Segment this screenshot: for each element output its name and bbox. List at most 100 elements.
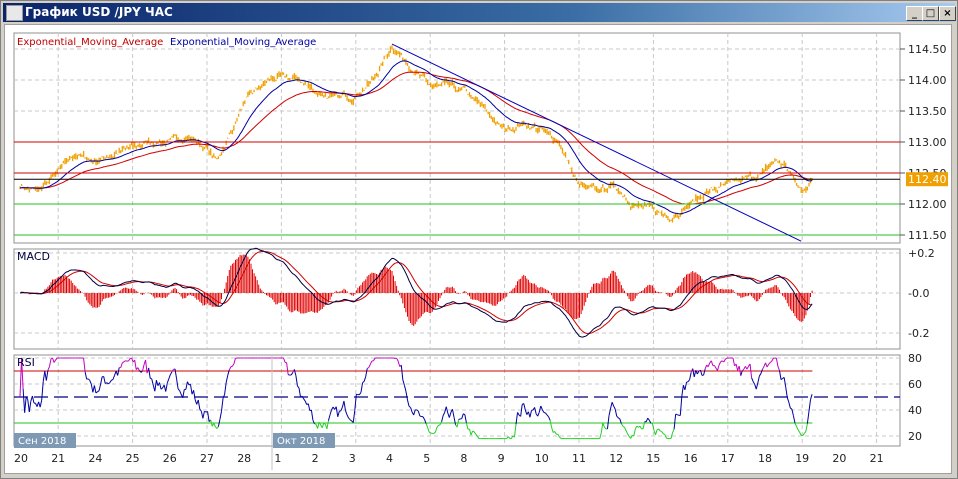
rsi-segment xyxy=(222,394,226,399)
rsi-segment xyxy=(366,367,370,369)
rsi-segment xyxy=(559,436,562,439)
rsi-segment xyxy=(620,423,624,427)
rsi-segment xyxy=(707,362,711,367)
rsi-segment xyxy=(766,364,770,368)
rsi-segment xyxy=(368,364,371,368)
rsi-segment xyxy=(98,384,102,391)
rsi-segment xyxy=(613,405,616,410)
rsi-segment xyxy=(298,387,302,398)
rsi-segment xyxy=(799,432,802,436)
ema-fast-line xyxy=(19,60,813,215)
rsi-segment xyxy=(603,426,607,430)
rsi-segment xyxy=(204,410,207,413)
rsi-tick-label: 80 xyxy=(908,352,922,365)
rsi-segment xyxy=(100,376,103,385)
rsi-segment xyxy=(112,375,116,380)
rsi-segment xyxy=(751,377,754,382)
rsi-segment xyxy=(746,366,749,370)
rsi-segment xyxy=(610,402,613,409)
macd-title: MACD xyxy=(17,250,50,263)
rsi-segment xyxy=(439,421,443,425)
rsi-segment xyxy=(777,366,780,371)
rsi-segment xyxy=(540,405,543,410)
rsi-segment xyxy=(557,434,560,438)
rsi-segment xyxy=(664,434,667,439)
rsi-segment xyxy=(283,357,286,363)
rsi-segment xyxy=(155,380,159,386)
rsi-segment xyxy=(735,363,739,371)
rsi-segment xyxy=(128,358,131,362)
rsi-segment xyxy=(554,431,557,435)
rsi-segment xyxy=(658,428,661,432)
rsi-segment xyxy=(464,414,467,423)
rsi-segment xyxy=(805,423,808,432)
rsi-segment xyxy=(177,388,181,391)
rsi-segment xyxy=(551,427,554,433)
rsi-segment xyxy=(55,357,58,361)
macd-tick-label: -0.2 xyxy=(908,327,929,340)
rsi-segment xyxy=(524,409,528,415)
rsi-segment xyxy=(765,362,768,368)
rsi-segment xyxy=(109,379,112,383)
rsi-segment xyxy=(228,366,232,371)
price-tick-label: 114.00 xyxy=(908,74,947,87)
x-axis-label: 20 xyxy=(14,452,28,465)
rsi-segment xyxy=(647,417,650,421)
x-axis-label: 20 xyxy=(832,452,846,465)
rsi-segment xyxy=(363,376,367,382)
x-axis-label: 2 xyxy=(312,452,319,465)
rsi-segment xyxy=(403,385,407,392)
rsi-segment xyxy=(681,385,684,397)
rsi-segment xyxy=(233,358,236,365)
rsi-segment xyxy=(321,422,325,428)
rsi-segment xyxy=(137,367,140,371)
rsi-segment xyxy=(442,412,446,416)
rsi-segment xyxy=(349,419,353,422)
rsi-segment xyxy=(150,377,152,380)
rsi-segment xyxy=(710,360,714,366)
rsi-segment xyxy=(624,427,627,431)
rsi-segment xyxy=(165,383,168,392)
rsi-segment xyxy=(537,412,540,417)
rsi-segment xyxy=(31,395,35,404)
x-axis-label: 8 xyxy=(460,452,467,465)
rsi-segment xyxy=(360,382,364,393)
rsi-segment xyxy=(790,407,793,410)
rsi-segment xyxy=(221,398,224,412)
chart-svg[interactable]: 114.50114.00113.50113.00112.50112.00111.… xyxy=(0,0,958,479)
rsi-segment xyxy=(393,357,396,359)
rsi-title: RSI xyxy=(17,356,35,369)
rsi-segment xyxy=(397,361,401,367)
rsi-segment xyxy=(806,411,810,424)
panel-frame-0 xyxy=(13,32,901,244)
rsi-segment xyxy=(692,368,695,378)
rsi-segment xyxy=(458,418,461,420)
rsi-segment xyxy=(659,430,662,433)
rsi-segment xyxy=(362,381,365,384)
rsi-segment xyxy=(507,436,511,439)
rsi-segment xyxy=(441,415,444,422)
rsi-segment xyxy=(326,420,329,429)
rsi-segment xyxy=(473,431,477,435)
rsi-segment xyxy=(684,382,687,391)
rsi-segment xyxy=(600,422,604,434)
month-label: Окт 2018 xyxy=(277,436,325,447)
rsi-segment xyxy=(445,406,449,414)
rsi-segment xyxy=(108,382,111,385)
rsi-segment xyxy=(345,410,348,416)
rsi-segment xyxy=(199,408,202,412)
macd-tick-label: -0.0 xyxy=(908,287,929,300)
rsi-segment xyxy=(513,424,517,438)
rsi-segment xyxy=(327,414,331,421)
x-axis-label: 17 xyxy=(721,452,735,465)
rsi-segment xyxy=(103,376,106,384)
x-axis-label: 26 xyxy=(163,452,177,465)
x-axis-label: 10 xyxy=(535,452,549,465)
x-axis-label: 28 xyxy=(237,452,251,465)
rsi-segment xyxy=(534,407,537,414)
rsi-segment xyxy=(348,417,351,421)
rsi-segment xyxy=(213,423,216,427)
rsi-segment xyxy=(190,384,193,395)
rsi-segment xyxy=(633,428,636,437)
rsi-segment xyxy=(122,361,125,364)
